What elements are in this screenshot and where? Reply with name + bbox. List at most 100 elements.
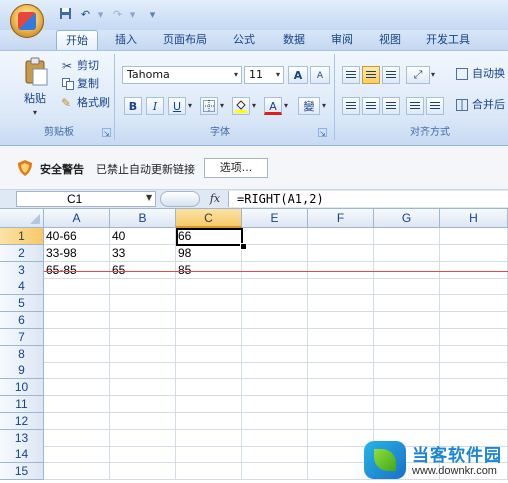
merge-center-button[interactable]: 合并后 [472, 96, 505, 114]
select-all-corner[interactable] [0, 209, 44, 228]
column-header-g[interactable]: G [374, 209, 440, 228]
tab-home[interactable]: 开始 [56, 30, 98, 50]
bold-button[interactable]: B [124, 97, 142, 115]
row-header-3[interactable]: 3 [0, 262, 44, 279]
redo-dropdown-icon[interactable]: ▾ [125, 7, 140, 22]
cell-a1[interactable]: 40-66 [44, 228, 110, 245]
orientation-dropdown-icon[interactable]: ▾ [431, 70, 435, 79]
formula-bar-splitter[interactable] [160, 191, 200, 207]
customize-qat-icon[interactable]: ▾ [145, 7, 160, 22]
column-header-a[interactable]: A [44, 209, 110, 228]
cell-b2[interactable]: 33 [110, 245, 176, 262]
save-icon[interactable] [58, 7, 73, 22]
cell-e5[interactable] [242, 295, 308, 312]
wrap-text-button[interactable]: 自动换 [472, 65, 505, 83]
clipboard-launcher-icon[interactable]: ↘ [102, 128, 111, 138]
orientation-button[interactable]: ⤢ [406, 66, 430, 84]
cell-b12[interactable] [110, 413, 176, 430]
cell-b5[interactable] [110, 295, 176, 312]
cell-a14[interactable] [44, 446, 110, 463]
font-name-select[interactable]: Tahoma ▾ [122, 66, 242, 84]
cell-f11[interactable] [308, 396, 374, 413]
cell-f7[interactable] [308, 329, 374, 346]
row-header-13[interactable]: 13 [0, 430, 44, 447]
row-header-14[interactable]: 14 [0, 446, 44, 463]
cell-b15[interactable] [110, 463, 176, 480]
cell-f1[interactable] [308, 228, 374, 245]
cell-c5[interactable] [176, 295, 242, 312]
borders-dropdown-icon[interactable]: ▾ [220, 101, 224, 110]
cell-g1[interactable] [374, 228, 440, 245]
cell-g5[interactable] [374, 295, 440, 312]
tab-page-layout[interactable]: 页面布局 [156, 30, 214, 50]
row-header-2[interactable]: 2 [0, 245, 44, 262]
tab-data[interactable]: 数据 [274, 30, 314, 50]
cell-c6[interactable] [176, 312, 242, 329]
cell-g6[interactable] [374, 312, 440, 329]
name-box[interactable]: C1 [16, 191, 156, 207]
cell-b8[interactable] [110, 346, 176, 363]
row-header-6[interactable]: 6 [0, 312, 44, 329]
font-color-button[interactable]: A [264, 97, 282, 115]
fill-handle[interactable] [240, 243, 247, 250]
cell-g4[interactable] [374, 278, 440, 295]
italic-button[interactable]: I [146, 97, 164, 115]
align-right-button[interactable] [382, 97, 400, 115]
row-header-4[interactable]: 4 [0, 278, 44, 295]
align-left-button[interactable] [342, 97, 360, 115]
cell-a15[interactable] [44, 463, 110, 480]
fill-color-dropdown-icon[interactable]: ▾ [252, 101, 256, 110]
security-options-button[interactable]: 选项... [204, 158, 268, 178]
cell-c4[interactable] [176, 278, 242, 295]
cell-e2[interactable] [242, 245, 308, 262]
cell-c11[interactable] [176, 396, 242, 413]
cell-b6[interactable] [110, 312, 176, 329]
cell-h4[interactable] [440, 278, 508, 295]
cell-a10[interactable] [44, 379, 110, 396]
column-header-f[interactable]: F [308, 209, 374, 228]
row-header-10[interactable]: 10 [0, 379, 44, 396]
cell-b13[interactable] [110, 430, 176, 447]
tab-review[interactable]: 审阅 [322, 30, 362, 50]
formula-input[interactable]: =RIGHT(A1,2) [228, 191, 508, 207]
phonetic-button[interactable]: 變 [298, 97, 320, 115]
row-header-12[interactable]: 12 [0, 413, 44, 430]
column-header-b[interactable]: B [110, 209, 176, 228]
cell-g8[interactable] [374, 346, 440, 363]
insert-function-button[interactable]: fx [205, 191, 225, 207]
copy-button[interactable]: 复制 [77, 75, 99, 93]
cell-f4[interactable] [308, 278, 374, 295]
cell-a8[interactable] [44, 346, 110, 363]
cell-c2[interactable]: 98 [176, 245, 242, 262]
fill-color-button[interactable] [232, 97, 250, 115]
column-header-c[interactable]: C [176, 209, 242, 228]
cell-e9[interactable] [242, 362, 308, 379]
tab-insert[interactable]: 插入 [106, 30, 146, 50]
align-bottom-button[interactable] [382, 66, 400, 84]
cell-b9[interactable] [110, 362, 176, 379]
cell-f2[interactable] [308, 245, 374, 262]
cell-a2[interactable]: 33-98 [44, 245, 110, 262]
cell-a6[interactable] [44, 312, 110, 329]
cell-b10[interactable] [110, 379, 176, 396]
cell-g2[interactable] [374, 245, 440, 262]
office-button[interactable] [10, 4, 44, 38]
cell-f10[interactable] [308, 379, 374, 396]
cell-c15[interactable] [176, 463, 242, 480]
font-color-dropdown-icon[interactable]: ▾ [284, 101, 288, 110]
cell-h8[interactable] [440, 346, 508, 363]
cell-c13[interactable] [176, 430, 242, 447]
row-header-7[interactable]: 7 [0, 329, 44, 346]
cut-button[interactable]: 剪切 [77, 57, 99, 75]
format-painter-button[interactable]: 格式刷 [77, 94, 110, 112]
cell-g9[interactable] [374, 362, 440, 379]
cell-h6[interactable] [440, 312, 508, 329]
cell-b11[interactable] [110, 396, 176, 413]
cell-f12[interactable] [308, 413, 374, 430]
align-center-button[interactable] [362, 97, 380, 115]
column-header-h[interactable]: H [440, 209, 508, 228]
cell-c8[interactable] [176, 346, 242, 363]
redo-icon[interactable]: ↷ [110, 7, 125, 22]
cell-g7[interactable] [374, 329, 440, 346]
cell-h10[interactable] [440, 379, 508, 396]
